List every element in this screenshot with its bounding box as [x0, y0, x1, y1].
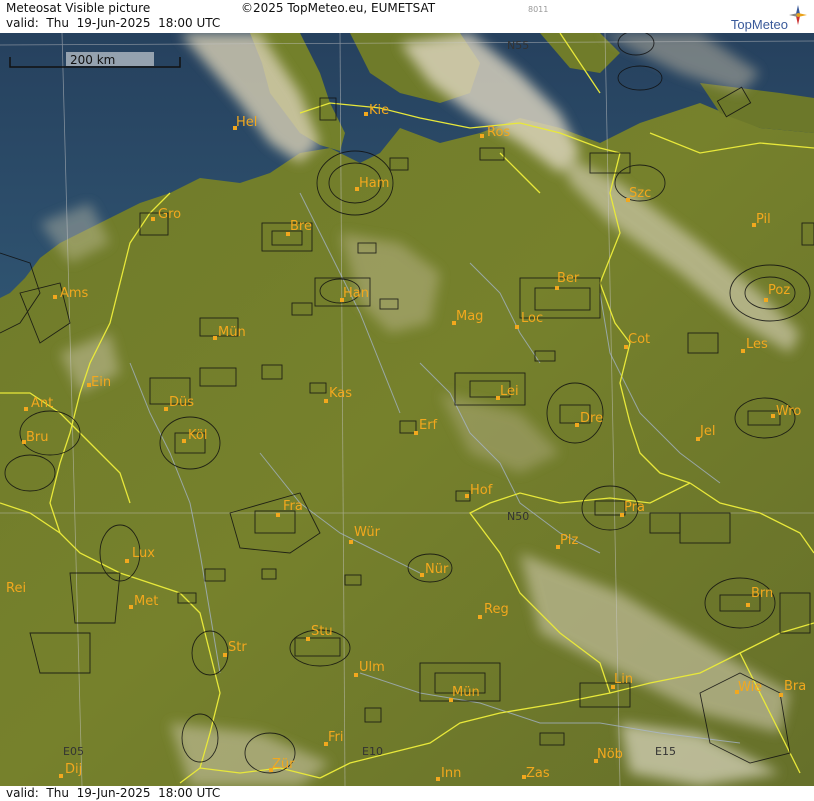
city-mag[interactable]: Mag [456, 309, 483, 324]
header-bar: Meteosat Visible picture valid: Thu 19-J… [0, 0, 814, 33]
image-code: 8011 [528, 5, 549, 14]
city-bru[interactable]: Bru [26, 430, 49, 445]
satellite-map[interactable]: 200 km N55 N50 E05 E10 E15 Hel Kie Ros H… [0, 33, 814, 786]
city-hof[interactable]: Hof [470, 483, 493, 498]
map-title: Meteosat Visible picture [6, 1, 151, 15]
city-dus[interactable]: Düs [169, 395, 194, 410]
city-bra[interactable]: Bra [784, 679, 806, 694]
city-gro[interactable]: Gro [158, 207, 181, 222]
city-lei[interactable]: Lei [500, 384, 519, 399]
city-dij[interactable]: Dij [65, 762, 82, 777]
city-jel[interactable]: Jel [699, 424, 715, 439]
city-ein[interactable]: Ein [91, 375, 111, 390]
scale-label: 200 km [70, 53, 115, 67]
city-fra[interactable]: Fra [283, 499, 303, 514]
city-loc[interactable]: Loc [521, 311, 543, 326]
city-mun[interactable]: Mün [218, 325, 246, 340]
city-brn[interactable]: Brn [751, 586, 773, 601]
city-szc[interactable]: Szc [629, 186, 651, 201]
city-nur[interactable]: Nür [425, 562, 449, 577]
grid-label-n55: N55 [507, 39, 529, 52]
grid-label-e15: E15 [655, 745, 676, 758]
city-zas[interactable]: Zas [526, 766, 550, 781]
city-stu[interactable]: Stu [311, 624, 333, 639]
city-cot[interactable]: Cot [628, 332, 650, 347]
city-zur[interactable]: Zür [272, 757, 295, 772]
city-kie[interactable]: Kie [369, 103, 389, 118]
city-inn[interactable]: Inn [441, 766, 461, 781]
city-kas[interactable]: Kas [329, 386, 352, 401]
city-fri[interactable]: Fri [328, 730, 344, 745]
city-dre[interactable]: Dre [580, 411, 603, 426]
city-wur[interactable]: Wür [354, 525, 381, 540]
copyright: ©2025 TopMeteo.eu, EUMETSAT [241, 1, 436, 15]
city-ulm[interactable]: Ulm [359, 660, 385, 675]
footer-valid-time: valid: Thu 19-Jun-2025 18:00 UTC [6, 786, 221, 800]
city-ham[interactable]: Ham [359, 176, 389, 191]
city-lux[interactable]: Lux [132, 546, 155, 561]
compass-star-icon [789, 5, 807, 25]
city-pra[interactable]: Pra [624, 500, 645, 515]
city-str[interactable]: Str [228, 640, 247, 655]
city-plz[interactable]: Plz [560, 533, 578, 548]
city-ams[interactable]: Ams [60, 286, 89, 301]
city-rei[interactable]: Rei [6, 581, 26, 596]
footer-bar: valid: Thu 19-Jun-2025 18:00 UTC [0, 786, 814, 801]
city-wie[interactable]: Wie [738, 680, 762, 695]
grid-label-e05: E05 [63, 745, 84, 758]
city-les[interactable]: Les [746, 337, 768, 352]
city-ber[interactable]: Ber [557, 271, 580, 286]
city-wro[interactable]: Wro [776, 404, 801, 419]
valid-time: valid: Thu 19-Jun-2025 18:00 UTC [6, 16, 221, 30]
city-mue[interactable]: Mün [452, 685, 480, 700]
grid-label-e10: E10 [362, 745, 383, 758]
city-erf[interactable]: Erf [419, 418, 438, 433]
city-pil[interactable]: Pil [756, 212, 771, 227]
city-reg[interactable]: Reg [484, 602, 509, 617]
city-ant[interactable]: Ant [31, 396, 53, 411]
city-han[interactable]: Han [343, 286, 369, 301]
city-poz[interactable]: Poz [768, 283, 790, 298]
city-ros[interactable]: Ros [487, 125, 510, 140]
city-nob[interactable]: Nöb [597, 747, 623, 762]
city-lin[interactable]: Lin [614, 672, 633, 687]
city-bre[interactable]: Bre [290, 219, 312, 234]
city-met[interactable]: Met [134, 594, 158, 609]
city-hel[interactable]: Hel [236, 115, 257, 130]
city-kol[interactable]: Köl [188, 428, 207, 443]
grid-label-n50: N50 [507, 510, 529, 523]
map-viewer: Meteosat Visible picture valid: Thu 19-J… [0, 0, 814, 801]
brand-logo-text[interactable]: TopMeteo [731, 17, 788, 32]
